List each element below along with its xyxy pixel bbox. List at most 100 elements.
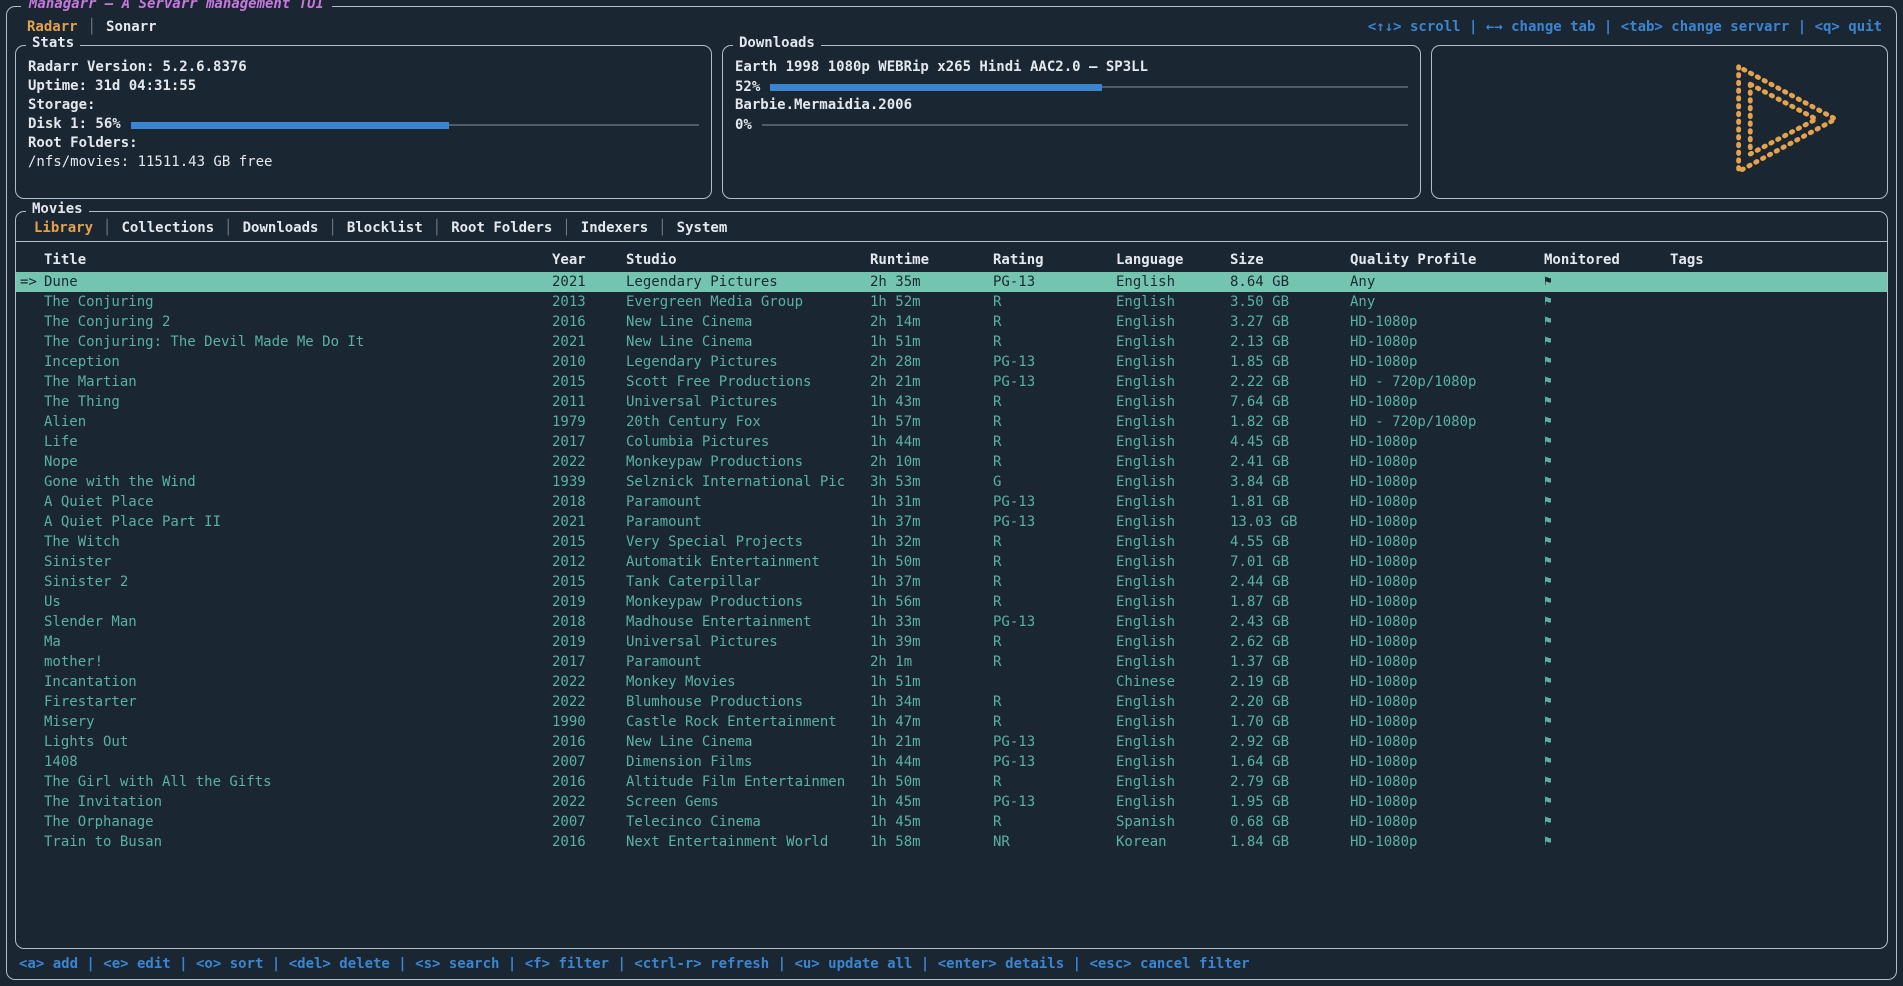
table-row[interactable]: Misery1990Castle Rock Entertainment1h 47…	[16, 712, 1887, 732]
cell-year: 2021	[552, 512, 626, 532]
table-row[interactable]: 14082007Dimension Films1h 44mPG-13Englis…	[16, 752, 1887, 772]
cell-title: mother!	[44, 652, 552, 672]
cell-quality-profile: HD - 720p/1080p	[1350, 372, 1544, 392]
cell-year: 2015	[552, 572, 626, 592]
download-progress-gauge	[770, 79, 1408, 95]
cell-tags	[1670, 412, 1887, 432]
table-row[interactable]: The Orphanage2007Telecinco Cinema1h 45mR…	[16, 812, 1887, 832]
table-row[interactable]: The Invitation2022Screen Gems1h 45mPG-13…	[16, 792, 1887, 812]
table-row[interactable]: The Conjuring2013Evergreen Media Group1h…	[16, 292, 1887, 312]
tab-separator	[88, 19, 96, 35]
monitored-flag-icon: ⚑	[1544, 652, 1670, 672]
cell-tags	[1670, 432, 1887, 452]
table-row[interactable]: Inception2010Legendary Pictures2h 28mPG-…	[16, 352, 1887, 372]
cell-language: English	[1116, 572, 1230, 592]
table-row[interactable]: Firestarter2022Blumhouse Productions1h 3…	[16, 692, 1887, 712]
servarr-tab-sonarr[interactable]: Sonarr	[96, 19, 167, 35]
tab-library[interactable]: Library	[24, 220, 103, 236]
version-line: Radarr Version: 5.2.6.8376	[28, 58, 699, 77]
table-row[interactable]: Life2017Columbia Pictures1h 44mREnglish4…	[16, 432, 1887, 452]
monitored-flag-icon: ⚑	[1544, 472, 1670, 492]
servarr-tab-bar: Radarr Sonarr <↑↓> scroll | ←→ change ta…	[7, 7, 1896, 41]
table-row[interactable]: The Conjuring 22016New Line Cinema2h 14m…	[16, 312, 1887, 332]
summary-panels: Stats Radarr Version: 5.2.6.8376 Uptime:…	[7, 41, 1896, 199]
tab-root-folders[interactable]: Root Folders	[441, 220, 562, 236]
cell-selection-marker	[20, 832, 44, 852]
download-progress-line: 52%	[735, 77, 1408, 96]
monitored-flag-icon: ⚑	[1544, 812, 1670, 832]
cell-runtime: 1h 51m	[870, 332, 993, 352]
table-row[interactable]: mother!2017Paramount2h 1mREnglish1.37 GB…	[16, 652, 1887, 672]
cell-size: 3.50 GB	[1230, 292, 1350, 312]
table-row[interactable]: The Martian2015Scott Free Productions2h …	[16, 372, 1887, 392]
table-row[interactable]: A Quiet Place2018Paramount1h 31mPG-13Eng…	[16, 492, 1887, 512]
table-row[interactable]: Lights Out2016New Line Cinema1h 21mPG-13…	[16, 732, 1887, 752]
cell-year: 2022	[552, 452, 626, 472]
table-row[interactable]: Sinister 22015Tank Caterpillar1h 37mREng…	[16, 572, 1887, 592]
cell-runtime: 1h 34m	[870, 692, 993, 712]
cell-studio: New Line Cinema	[626, 312, 870, 332]
table-row[interactable]: Train to Busan2016Next Entertainment Wor…	[16, 832, 1887, 852]
cell-selection-marker	[20, 492, 44, 512]
cell-title: Misery	[44, 712, 552, 732]
cell-selection-marker	[20, 372, 44, 392]
cell-selection-marker	[20, 292, 44, 312]
cell-rating: R	[993, 392, 1116, 412]
table-row[interactable]: The Witch2015Very Special Projects1h 32m…	[16, 532, 1887, 552]
cell-rating: R	[993, 572, 1116, 592]
tab-system[interactable]: System	[667, 220, 738, 236]
table-row[interactable]: Slender Man2018Madhouse Entertainment1h …	[16, 612, 1887, 632]
table-row[interactable]: Us2019Monkeypaw Productions1h 56mREnglis…	[16, 592, 1887, 612]
table-row[interactable]: A Quiet Place Part II2021Paramount1h 37m…	[16, 512, 1887, 532]
cell-title: Ma	[44, 632, 552, 652]
monitored-flag-icon: ⚑	[1544, 692, 1670, 712]
cell-language: English	[1116, 332, 1230, 352]
header-monitored: Monitored	[1544, 252, 1670, 268]
table-row[interactable]: Ma2019Universal Pictures1h 39mREnglish2.…	[16, 632, 1887, 652]
cell-title: Firestarter	[44, 692, 552, 712]
cell-title: The Conjuring: The Devil Made Me Do It	[44, 332, 552, 352]
cell-title: 1408	[44, 752, 552, 772]
table-row[interactable]: Nope2022Monkeypaw Productions2h 10mREngl…	[16, 452, 1887, 472]
cell-title: The Girl with All the Gifts	[44, 772, 552, 792]
table-row[interactable]: The Girl with All the Gifts2016Altitude …	[16, 772, 1887, 792]
table-row[interactable]: Incantation2022Monkey Movies1h 51mChines…	[16, 672, 1887, 692]
cell-runtime: 3h 53m	[870, 472, 993, 492]
cell-language: Spanish	[1116, 812, 1230, 832]
tab-downloads[interactable]: Downloads	[233, 220, 329, 236]
cell-language: English	[1116, 472, 1230, 492]
cell-studio: Paramount	[626, 512, 870, 532]
cell-language: English	[1116, 592, 1230, 612]
cell-studio: Monkey Movies	[626, 672, 870, 692]
cell-language: English	[1116, 632, 1230, 652]
cell-studio: Universal Pictures	[626, 392, 870, 412]
cell-tags	[1670, 532, 1887, 552]
cell-rating: R	[993, 812, 1116, 832]
tab-collections[interactable]: Collections	[111, 220, 224, 236]
cell-language: Korean	[1116, 832, 1230, 852]
cell-year: 2007	[552, 812, 626, 832]
cell-size: 0.68 GB	[1230, 812, 1350, 832]
app-window: Managarr – A Servarr management TUI Rada…	[6, 6, 1897, 980]
tab-indexers[interactable]: Indexers	[571, 220, 658, 236]
servarr-tab-radarr[interactable]: Radarr	[17, 19, 88, 35]
cell-tags	[1670, 592, 1887, 612]
tab-blocklist[interactable]: Blocklist	[337, 220, 433, 236]
cell-runtime: 1h 57m	[870, 412, 993, 432]
table-row[interactable]: Alien197920th Century Fox1h 57mREnglish1…	[16, 412, 1887, 432]
cell-size: 3.84 GB	[1230, 472, 1350, 492]
tab-separator	[658, 220, 666, 236]
table-row[interactable]: Gone with the Wind1939Selznick Internati…	[16, 472, 1887, 492]
cell-runtime: 1h 47m	[870, 712, 993, 732]
table-row[interactable]: =>Dune2021Legendary Pictures2h 35mPG-13E…	[16, 272, 1887, 292]
monitored-flag-icon: ⚑	[1544, 552, 1670, 572]
cell-size: 1.85 GB	[1230, 352, 1350, 372]
table-row[interactable]: Sinister2012Automatik Entertainment1h 50…	[16, 552, 1887, 572]
monitored-flag-icon: ⚑	[1544, 672, 1670, 692]
table-row[interactable]: The Thing2011Universal Pictures1h 43mREn…	[16, 392, 1887, 412]
cell-selection-marker	[20, 512, 44, 532]
cell-size: 8.64 GB	[1230, 272, 1350, 292]
table-row[interactable]: The Conjuring: The Devil Made Me Do It20…	[16, 332, 1887, 352]
tab-separator	[328, 220, 336, 236]
monitored-flag-icon: ⚑	[1544, 412, 1670, 432]
